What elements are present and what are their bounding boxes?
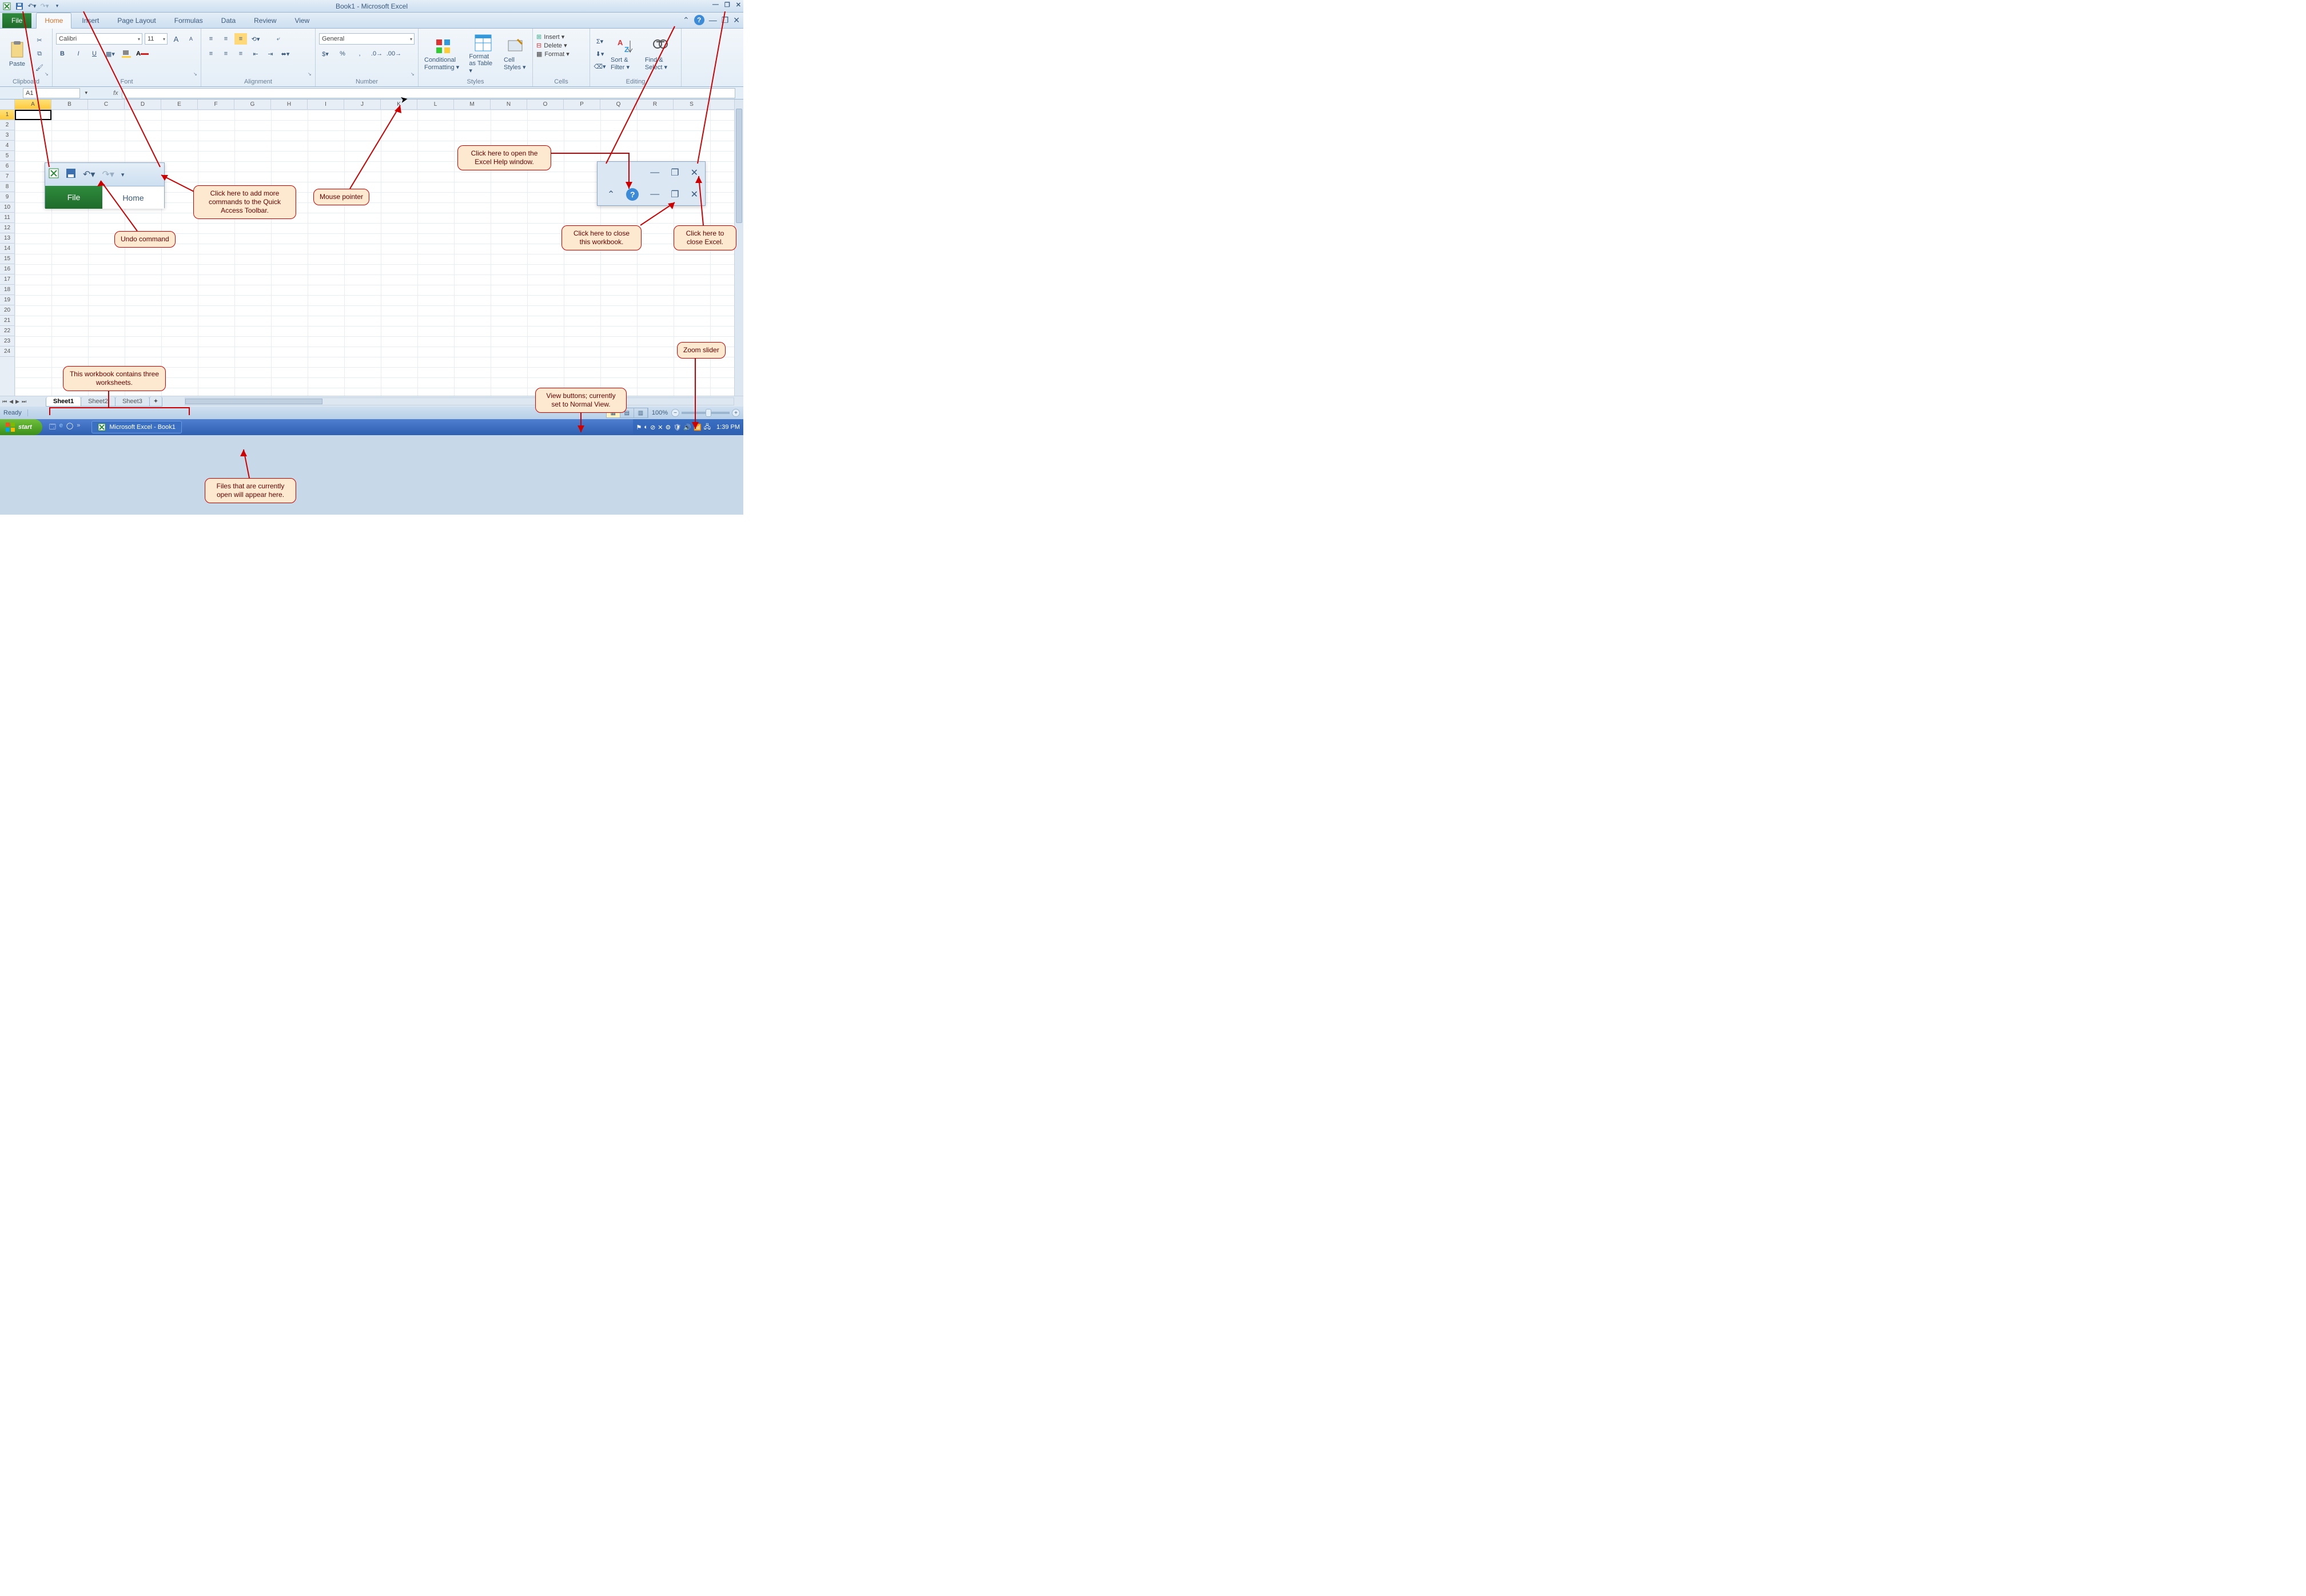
callout-undo: Undo command — [114, 231, 176, 248]
callout-view: View buttons; currently set to Normal Vi… — [535, 388, 627, 413]
callout-close-workbook: Click here to close this workbook. — [561, 225, 642, 250]
callout-mouse: Mouse pointer — [313, 189, 369, 205]
callout-zoom: Zoom slider — [677, 342, 726, 359]
callout-files: Files that are currently open will appea… — [205, 478, 296, 503]
callout-help: Click here to open the Excel Help window… — [457, 145, 551, 170]
callout-close-excel: Click here to close Excel. — [674, 225, 736, 250]
callout-qat: Click here to add more commands to the Q… — [193, 185, 296, 219]
callout-sheets: This workbook contains three worksheets. — [63, 366, 166, 391]
